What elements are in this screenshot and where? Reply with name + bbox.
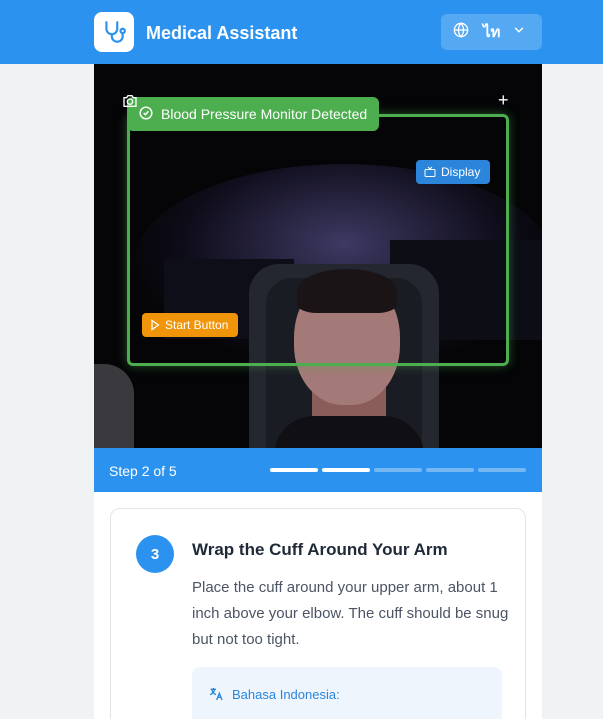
camera-icon[interactable] xyxy=(122,94,138,113)
detection-label: Blood Pressure Monitor Detected xyxy=(161,106,368,122)
language-selector[interactable]: ไท xyxy=(441,14,542,50)
progress-segment xyxy=(374,468,422,472)
display-tag-label: Display xyxy=(441,165,481,179)
play-icon xyxy=(151,319,160,331)
app-header: Medical Assistant ไท xyxy=(0,0,603,64)
display-tag: Display xyxy=(416,160,491,184)
detection-badge: Blood Pressure Monitor Detected xyxy=(127,97,380,131)
progress-segment xyxy=(426,468,474,472)
translation-box: Bahasa Indonesia: xyxy=(192,667,502,719)
progress-segment xyxy=(478,468,526,472)
translate-icon xyxy=(209,688,223,701)
progress-segment xyxy=(270,468,318,472)
step-counter: Step 2 of 5 xyxy=(109,463,177,479)
check-circle-icon xyxy=(139,105,153,123)
progress-segment xyxy=(322,468,370,472)
start-button-tag: Start Button xyxy=(142,313,239,337)
main-content: Blood Pressure Monitor Detected + Displa… xyxy=(94,64,542,719)
app-title: Medical Assistant xyxy=(146,23,298,43)
chevron-down-icon xyxy=(512,23,526,42)
language-label: ไท xyxy=(483,24,501,41)
progress-segments xyxy=(270,468,530,472)
step-progress-bar: Step 2 of 5 xyxy=(94,448,542,492)
person-shirt xyxy=(274,416,424,448)
instruction-title: Wrap the Cuff Around Your Arm xyxy=(192,540,448,559)
display-icon xyxy=(424,166,436,177)
instruction-description: Place the cuff around your upper arm, ab… xyxy=(192,579,509,648)
camera-object xyxy=(94,364,134,448)
plus-icon[interactable]: + xyxy=(498,91,509,109)
translation-header: Bahasa Indonesia: xyxy=(208,686,340,702)
camera-feed: Blood Pressure Monitor Detected + Displa… xyxy=(94,64,542,448)
translation-language: Bahasa Indonesia: xyxy=(232,686,340,702)
step-number-badge: 3 xyxy=(136,535,174,573)
start-tag-label: Start Button xyxy=(165,318,229,332)
stethoscope-icon xyxy=(94,12,134,52)
globe-icon xyxy=(453,22,469,43)
instruction-card: 3 Wrap the Cuff Around Your Arm Place th… xyxy=(110,508,526,719)
